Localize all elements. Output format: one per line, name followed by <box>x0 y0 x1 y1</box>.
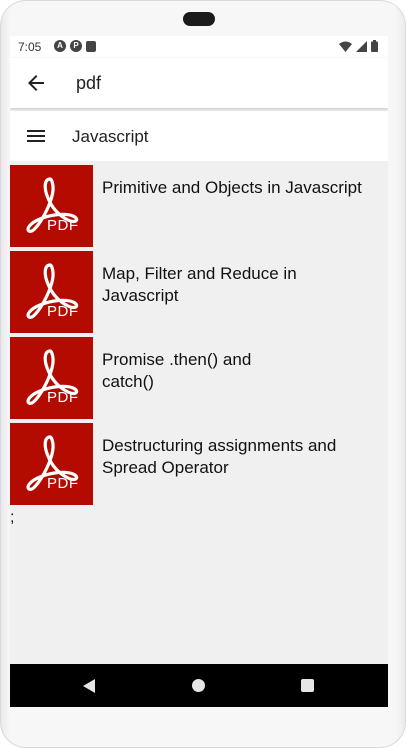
document-title: Map, Filter and Reduce in Javascript <box>102 264 297 305</box>
system-nav-bar <box>10 664 388 707</box>
acrobat-icon <box>26 177 79 233</box>
document-title: Promise .then() and catch() <box>102 350 252 391</box>
status-notification-icons: A P <box>54 40 96 52</box>
nav-back-icon[interactable] <box>81 678 97 694</box>
a-icon: A <box>54 40 66 52</box>
document-title: Destructuring assignments and Spread Ope… <box>102 436 337 477</box>
device-frame: 7:05 A P pdf Javascript PDF Primitive an… <box>0 0 406 748</box>
menu-button[interactable] <box>24 124 48 148</box>
pdf-thumb-label: PDF <box>47 217 79 234</box>
p-icon: P <box>70 40 82 52</box>
status-time: 7:05 <box>18 40 42 54</box>
back-button[interactable] <box>24 71 48 95</box>
section-title: Javascript <box>72 127 149 146</box>
stray-text: ; <box>10 509 15 526</box>
nav-home-button[interactable] <box>192 679 205 692</box>
nav-recents-button[interactable] <box>301 679 314 692</box>
pdf-thumbnail: PDF <box>10 337 93 419</box>
status-bar: 7:05 A P <box>10 36 388 58</box>
document-list: PDF Primitive and Objects in Javascript … <box>10 165 388 509</box>
battery-icon <box>371 40 378 52</box>
screen: 7:05 A P pdf Javascript PDF Primitive an… <box>10 36 388 707</box>
list-item[interactable]: PDF Destructuring assignments and Spread… <box>10 423 388 505</box>
hamburger-menu-icon <box>27 130 45 142</box>
document-title: Primitive and Objects in Javascript <box>102 178 362 197</box>
status-system-icons <box>339 40 378 52</box>
pdf-thumb-label: PDF <box>47 303 79 320</box>
pdf-thumbnail: PDF <box>10 423 93 505</box>
acrobat-icon <box>26 349 79 405</box>
arrow-back-icon <box>28 75 44 91</box>
pdf-thumb-label: PDF <box>47 475 79 492</box>
acrobat-icon <box>26 263 79 319</box>
list-item[interactable]: PDF Promise .then() and catch() <box>10 337 388 419</box>
page-title: pdf <box>76 73 102 93</box>
acrobat-icon <box>26 435 79 491</box>
list-item[interactable]: PDF Map, Filter and Reduce in Javascript <box>10 251 388 333</box>
sim-icon <box>86 41 96 52</box>
list-item[interactable]: PDF Primitive and Objects in Javascript <box>10 165 388 247</box>
app-bar: pdf <box>10 58 388 108</box>
device-speaker <box>183 12 215 26</box>
pdf-thumbnail: PDF <box>10 251 93 333</box>
wifi-icon <box>339 41 352 52</box>
signal-icon <box>356 40 367 52</box>
pdf-thumb-label: PDF <box>47 389 79 406</box>
pdf-thumbnail: PDF <box>10 165 93 247</box>
section-header: Javascript <box>10 111 388 161</box>
